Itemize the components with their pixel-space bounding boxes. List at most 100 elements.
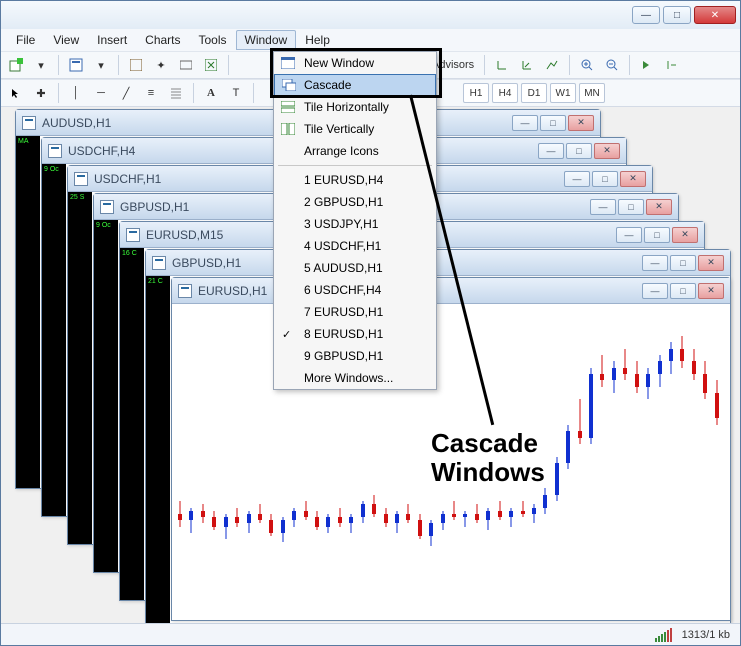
close-button[interactable]: ✕ <box>694 6 736 24</box>
indicator2-icon[interactable] <box>516 54 538 76</box>
zoom-in-icon[interactable] <box>576 54 598 76</box>
terminal-icon[interactable] <box>175 54 197 76</box>
chart-maximize-button[interactable]: □ <box>644 227 670 243</box>
check-icon: ✓ <box>282 328 291 341</box>
timeframe-h4[interactable]: H4 <box>492 83 518 103</box>
menu-insert[interactable]: Insert <box>88 30 136 50</box>
menu-label: 4 USDCHF,H1 <box>304 239 381 253</box>
cascade-icon <box>281 77 297 93</box>
menu-window-item[interactable]: 9 GBPUSD,H1 <box>274 345 436 367</box>
chart-doc-icon <box>74 172 88 186</box>
menu-tile-vertically[interactable]: Tile Vertically <box>274 118 436 140</box>
chart-minimize-button[interactable]: — <box>616 227 642 243</box>
vertical-line-icon[interactable]: │ <box>65 82 87 104</box>
channel-icon[interactable]: ≡ <box>140 82 162 104</box>
chart-close-button[interactable]: ✕ <box>672 227 698 243</box>
maximize-button[interactable]: □ <box>663 6 691 24</box>
chart-doc-icon <box>126 228 140 242</box>
timeframe-d1[interactable]: D1 <box>521 83 547 103</box>
menu-label: Tile Horizontally <box>304 100 389 114</box>
chart-maximize-button[interactable]: □ <box>566 143 592 159</box>
menu-window-item[interactable]: 7 EURUSD,H1 <box>274 301 436 323</box>
menu-window-item[interactable]: 5 AUDUSD,H1 <box>274 257 436 279</box>
menu-label: 8 EURUSD,H1 <box>304 327 383 341</box>
chart-maximize-button[interactable]: □ <box>540 115 566 131</box>
menu-label: 3 USDJPY,H1 <box>304 217 378 231</box>
new-chart-icon[interactable] <box>5 54 27 76</box>
text-icon[interactable]: A <box>200 82 222 104</box>
menu-label: More Windows... <box>304 371 393 385</box>
menu-label: 1 EURUSD,H4 <box>304 173 383 187</box>
menu-new-window[interactable]: New Window <box>274 52 436 74</box>
menu-help[interactable]: Help <box>296 30 339 50</box>
chart-close-button[interactable]: ✕ <box>620 171 646 187</box>
menu-label: 2 GBPUSD,H1 <box>304 195 383 209</box>
menu-label: 7 EURUSD,H1 <box>304 305 383 319</box>
menu-window-item[interactable]: 3 USDJPY,H1 <box>274 213 436 235</box>
chart-doc-icon <box>48 144 62 158</box>
indicator1-icon[interactable] <box>491 54 513 76</box>
minimize-button[interactable]: — <box>632 6 660 24</box>
fibonacci-icon[interactable] <box>165 82 187 104</box>
chart-minimize-button[interactable]: — <box>590 199 616 215</box>
autoscroll-icon[interactable] <box>636 54 658 76</box>
profiles-icon[interactable] <box>65 54 87 76</box>
menu-charts[interactable]: Charts <box>136 30 189 50</box>
chart-minimize-button[interactable]: — <box>538 143 564 159</box>
menu-more-windows[interactable]: More Windows... <box>274 367 436 389</box>
chart-doc-icon <box>100 200 114 214</box>
chart-minimize-button[interactable]: — <box>642 283 668 299</box>
chart-title-bar[interactable]: EURUSD,H1 — □ ✕ <box>172 278 730 304</box>
chart-close-button[interactable]: ✕ <box>698 255 724 271</box>
timeframe-mn[interactable]: MN <box>579 83 605 103</box>
text-label-icon[interactable]: T <box>225 82 247 104</box>
tile-h-icon <box>280 99 296 115</box>
menu-window[interactable]: Window <box>236 30 297 50</box>
menu-view[interactable]: View <box>44 30 88 50</box>
chart-close-button[interactable]: ✕ <box>594 143 620 159</box>
traffic-label: 1313/1 kb <box>682 629 730 641</box>
menu-cascade[interactable]: Cascade <box>274 74 436 96</box>
chart-minimize-button[interactable]: — <box>512 115 538 131</box>
menu-label: New Window <box>304 56 374 70</box>
chart-close-button[interactable]: ✕ <box>568 115 594 131</box>
menu-window-item[interactable]: ✓ 8 EURUSD,H1 <box>274 323 436 345</box>
chart-maximize-button[interactable]: □ <box>592 171 618 187</box>
chart-title-bar[interactable]: GBPUSD,H1 — □ ✕ <box>146 250 730 276</box>
chart-title-text: EURUSD,M15 <box>146 228 223 242</box>
menu-tools[interactable]: Tools <box>190 30 236 50</box>
horizontal-line-icon[interactable]: ─ <box>90 82 112 104</box>
chart-minimize-button[interactable]: — <box>642 255 668 271</box>
chart-maximize-button[interactable]: □ <box>670 255 696 271</box>
crosshair-icon[interactable]: ✚ <box>30 82 52 104</box>
menu-label: 9 GBPUSD,H1 <box>304 349 383 363</box>
zoom-out-icon[interactable] <box>601 54 623 76</box>
menu-arrange-icons[interactable]: Arrange Icons <box>274 140 436 162</box>
chart-doc-icon <box>22 116 36 130</box>
timeframe-w1[interactable]: W1 <box>550 83 576 103</box>
menu-window-item[interactable]: 4 USDCHF,H1 <box>274 235 436 257</box>
chart-close-button[interactable]: ✕ <box>646 199 672 215</box>
dropdown-arrow-icon[interactable]: ▾ <box>90 54 112 76</box>
chart-maximize-button[interactable]: □ <box>670 283 696 299</box>
menu-window-item[interactable]: 2 GBPUSD,H1 <box>274 191 436 213</box>
chart-close-button[interactable]: ✕ <box>698 283 724 299</box>
cursor-icon[interactable] <box>5 82 27 104</box>
menu-window-item[interactable]: 6 USDCHF,H4 <box>274 279 436 301</box>
indicator3-icon[interactable] <box>541 54 563 76</box>
menu-bar: File View Insert Charts Tools Window Hel… <box>1 29 740 51</box>
chart-title-text: USDCHF,H4 <box>68 144 135 158</box>
trendline-icon[interactable]: ╱ <box>115 82 137 104</box>
chart-shift-icon[interactable] <box>661 54 683 76</box>
menu-window-item[interactable]: 1 EURUSD,H4 <box>274 169 436 191</box>
navigator-icon[interactable]: ✦ <box>150 54 172 76</box>
timeframe-h1[interactable]: H1 <box>463 83 489 103</box>
chart-maximize-button[interactable]: □ <box>618 199 644 215</box>
annotation-line2: Windows <box>431 458 545 487</box>
menu-label: 5 AUDUSD,H1 <box>304 261 383 275</box>
chart-minimize-button[interactable]: — <box>564 171 590 187</box>
menu-file[interactable]: File <box>7 30 44 50</box>
dropdown-arrow-icon[interactable]: ▾ <box>30 54 52 76</box>
market-watch-icon[interactable] <box>125 54 147 76</box>
strategy-tester-icon[interactable] <box>200 54 222 76</box>
